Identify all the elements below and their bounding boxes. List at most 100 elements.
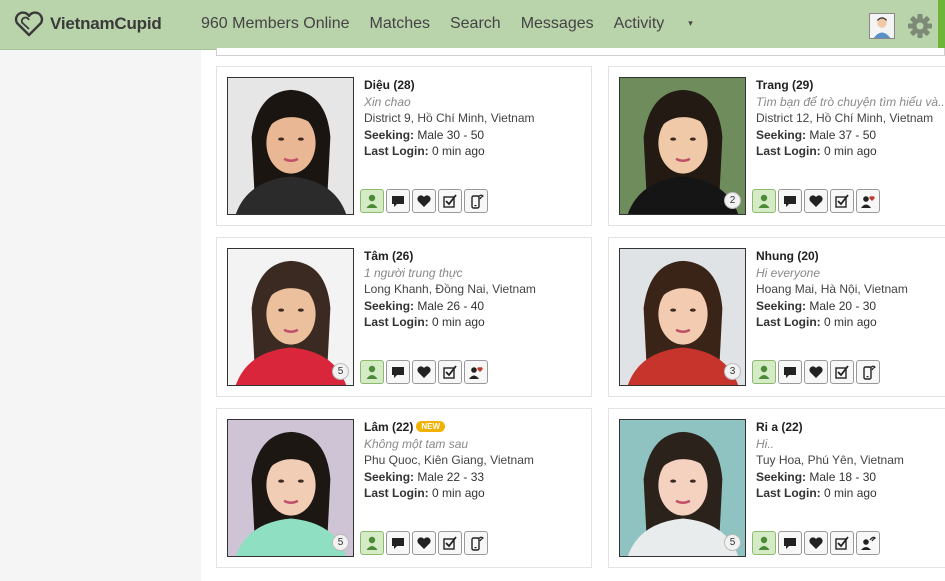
profile-info: Nhung (20) Hi everyone Hoang Mai, Hà Nội…	[756, 248, 945, 331]
profile-location: Hoang Mai, Hà Nội, Vietnam	[756, 282, 908, 296]
view-profile-button[interactable]	[752, 531, 776, 555]
user-icon	[366, 194, 378, 208]
chat-icon	[392, 196, 404, 207]
profile-name[interactable]: Trang (29)	[756, 78, 813, 92]
view-profile-button[interactable]	[752, 189, 776, 213]
profile-location: Tuy Hoa, Phú Yên, Vietnam	[756, 453, 904, 467]
extra-action-button[interactable]	[464, 531, 488, 555]
like-button[interactable]	[412, 360, 436, 384]
like-button[interactable]	[804, 531, 828, 555]
seeking-value: Male 26 - 40	[417, 298, 485, 313]
nav-activity-label: Activity	[613, 15, 665, 32]
card-actions	[752, 189, 880, 213]
photo-count-badge: 5	[332, 363, 349, 380]
profile-photo[interactable]: 2	[619, 77, 746, 215]
last-login-value: 0 min ago	[432, 486, 485, 500]
view-profile-button[interactable]	[360, 531, 384, 555]
last-login-label: Last Login:	[364, 315, 429, 329]
gear-icon[interactable]	[907, 13, 933, 39]
nav-search[interactable]: Search	[450, 15, 501, 33]
profile-photo[interactable]: 5	[227, 248, 354, 386]
profile-card-6[interactable]: 5 Ri a (22) Hi.. Tuy Hoa, Phú Yên, Vietn…	[608, 408, 945, 568]
profile-card-2[interactable]: 2 Trang (29) Tìm bạn để trò chuyện tìm h…	[608, 66, 945, 226]
phone-icon	[471, 536, 484, 551]
extra-action-button[interactable]	[856, 360, 880, 384]
extra-action-button[interactable]	[856, 531, 880, 555]
send-message-button[interactable]	[778, 189, 802, 213]
extra-action-button[interactable]	[464, 360, 488, 384]
profile-name[interactable]: Ri a (22)	[756, 420, 803, 434]
card-actions	[360, 531, 488, 555]
seeking-value: Male 18 - 30	[809, 469, 877, 484]
user-icon	[758, 536, 770, 550]
heart-icon	[809, 366, 823, 378]
like-button[interactable]	[412, 189, 436, 213]
shortlist-button[interactable]	[438, 360, 462, 384]
checklist-icon	[443, 536, 457, 550]
view-profile-button[interactable]	[360, 189, 384, 213]
view-profile-button[interactable]	[360, 360, 384, 384]
profile-info: Tâm (26) 1 người trung thực Long Khanh, …	[364, 248, 592, 331]
heart-icon	[809, 537, 823, 549]
last-login-value: 0 min ago	[824, 486, 877, 500]
extra-action-button[interactable]	[856, 189, 880, 213]
nav-messages[interactable]: Messages	[521, 15, 594, 33]
checklist-icon	[835, 194, 849, 208]
like-button[interactable]	[412, 531, 436, 555]
view-profile-button[interactable]	[752, 360, 776, 384]
user-phone-icon	[861, 536, 876, 550]
shortlist-button[interactable]	[830, 360, 854, 384]
nav-matches[interactable]: Matches	[370, 15, 430, 33]
brand-logo[interactable]: VietnamCupid	[14, 11, 162, 37]
shortlist-button[interactable]	[830, 189, 854, 213]
last-login-value: 0 min ago	[824, 144, 877, 158]
last-login-label: Last Login:	[364, 144, 429, 158]
profile-location: District 12, Hồ Chí Minh, Vietnam	[756, 111, 934, 125]
profile-card-1[interactable]: Diệu (28) Xin chao District 9, Hồ Chí Mi…	[216, 66, 592, 226]
send-message-button[interactable]	[386, 360, 410, 384]
search-panel-edge	[216, 48, 945, 56]
user-icon	[758, 365, 770, 379]
profile-name[interactable]: Tâm (26)	[364, 249, 413, 263]
send-message-button[interactable]	[778, 360, 802, 384]
checklist-icon	[835, 536, 849, 550]
profile-photo[interactable]	[227, 77, 354, 215]
profile-tagline: 1 người trung thực	[364, 265, 463, 280]
left-sidebar	[0, 50, 201, 581]
send-message-button[interactable]	[386, 189, 410, 213]
checklist-icon	[443, 365, 457, 379]
like-button[interactable]	[804, 360, 828, 384]
user-heart-icon	[469, 367, 483, 379]
shortlist-button[interactable]	[438, 531, 462, 555]
send-message-button[interactable]	[386, 531, 410, 555]
last-login-value: 0 min ago	[824, 315, 877, 329]
seeking-label: Seeking:	[364, 127, 415, 142]
profile-info: Trang (29) Tìm bạn để trò chuyện tìm hiể…	[756, 77, 945, 160]
nav-activity[interactable]: Activity ▾	[614, 15, 713, 33]
profile-photo[interactable]: 3	[619, 248, 746, 386]
chat-icon	[392, 538, 404, 549]
profile-card-4[interactable]: 3 Nhung (20) Hi everyone Hoang Mai, Hà N…	[608, 237, 945, 397]
seeking-value: Male 22 - 33	[417, 469, 485, 484]
photo-count-badge: 2	[724, 192, 741, 209]
shortlist-button[interactable]	[830, 531, 854, 555]
nav-members-online[interactable]: 960 Members Online	[201, 15, 350, 33]
profile-card-5[interactable]: 5 Lâm (22) NEW Không một tam sau Phu Quoc…	[216, 408, 592, 568]
extra-action-button[interactable]	[464, 189, 488, 213]
last-login-value: 0 min ago	[432, 144, 485, 158]
profile-avatar-icon[interactable]	[869, 13, 895, 39]
profile-name[interactable]: Diệu (28)	[364, 78, 415, 92]
profile-card-3[interactable]: 5 Tâm (26) 1 người trung thực Long Khanh…	[216, 237, 592, 397]
profile-name[interactable]: Lâm (22)	[364, 420, 413, 434]
shortlist-button[interactable]	[438, 189, 462, 213]
profile-photo[interactable]: 5	[227, 419, 354, 557]
heart-icon	[809, 195, 823, 207]
photo-count-badge: 5	[332, 534, 349, 551]
card-actions	[360, 360, 488, 384]
profile-photo[interactable]: 5	[619, 419, 746, 557]
chat-icon	[784, 367, 796, 378]
photo-count-badge: 5	[724, 534, 741, 551]
like-button[interactable]	[804, 189, 828, 213]
profile-name[interactable]: Nhung (20)	[756, 249, 819, 263]
send-message-button[interactable]	[778, 531, 802, 555]
